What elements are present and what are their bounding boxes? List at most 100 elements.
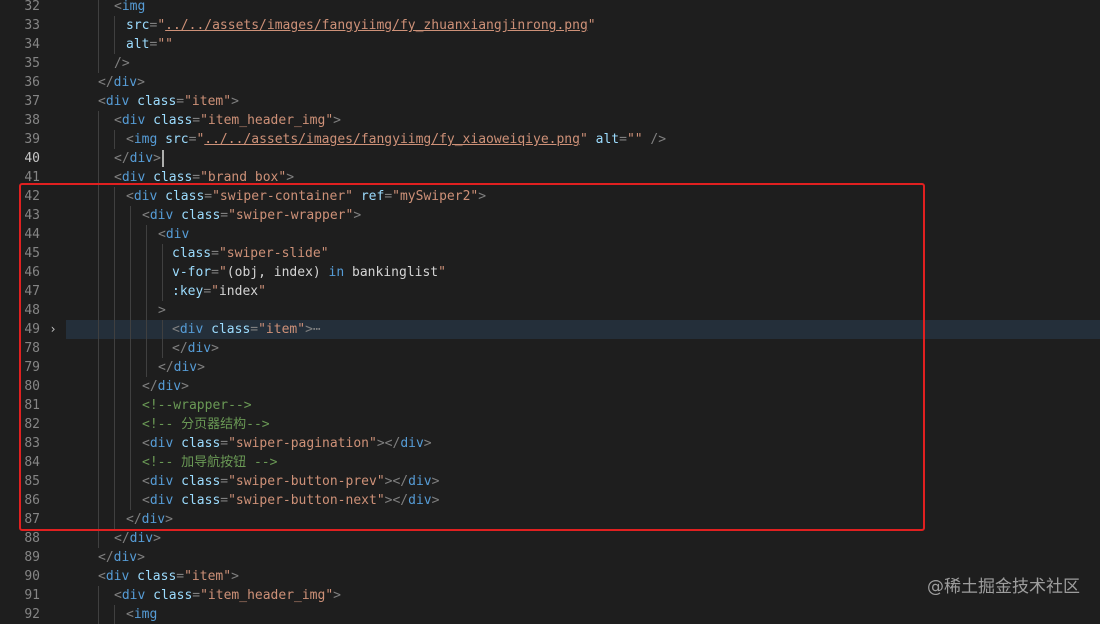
line-number: 40 [24,151,40,166]
code-token: < [98,569,106,584]
code-token: = [619,132,627,147]
code-token: div [129,531,154,546]
code-token: > [231,94,239,109]
code-token: div [121,113,146,128]
code-token: < [98,94,106,109]
indent-guide [98,16,99,35]
code-line[interactable]: <div class="item"> [66,92,1100,111]
indent-guide [98,149,99,168]
code-token: src [126,18,150,33]
code-line[interactable]: <img src = "../../assets/images/fangyiimg/… [66,130,1100,149]
code-token: </ [98,550,114,565]
indent-guide [98,35,99,54]
code-token: " [587,18,596,33]
indent-guide [114,16,115,35]
code-token: /> [650,132,667,147]
code-token: </ [98,75,114,90]
code-token: div [105,569,130,584]
indent-guide [114,35,115,54]
line-number: 91 [24,588,40,603]
code-line[interactable]: </div> [66,73,1100,92]
code-editor[interactable]: 32 33 34 35 36 37 38 39 40 41 42 43 44 45 46 47 48 › 49 78 7… [0,0,1100,624]
code-line[interactable]: /> [66,54,1100,73]
code-token: class [137,94,177,109]
code-token: < [126,132,134,147]
code-token: img [133,607,158,622]
code-token: class [153,113,193,128]
line-number: 38 [24,113,40,128]
indent-guide [98,605,99,624]
code-token: div [105,94,130,109]
indent-guide [98,586,99,605]
code-token: div [113,550,138,565]
line-number: 92 [24,607,40,622]
indent-guide [98,130,99,149]
code-line[interactable]: alt="" [66,35,1100,54]
code-token: </ [114,531,130,546]
code-token: " [157,18,166,33]
code-token: = [192,113,201,128]
text-cursor [162,150,164,167]
indent-guide [114,605,115,624]
code-token: "" [626,132,643,147]
code-token: ../../assets/images/fangyiimg/fy_xiaowei… [204,132,580,147]
code-token: "item_header_img" [200,588,334,603]
code-token: > [153,531,161,546]
code-token: < [114,588,122,603]
line-number: 89 [24,550,40,565]
indent-guide [98,111,99,130]
code-line[interactable]: <div class="item_header_img"> [66,111,1100,130]
code-token: > [231,569,239,584]
line-number: 32 [24,0,40,14]
code-token: = [192,588,201,603]
code-line[interactable]: </div> [66,149,1100,168]
code-token: src [165,132,189,147]
code-token: "item" [184,569,232,584]
code-token: > [333,588,341,603]
watermark: @稀土掘金技术社区 [927,577,1080,597]
indent-guide [98,0,99,16]
line-number: 39 [24,132,40,147]
code-token: alt [126,37,150,52]
code-token: " [579,132,588,147]
code-token: class [137,569,177,584]
code-token: "" [157,37,173,52]
code-token: > [333,113,341,128]
line-number: 36 [24,75,40,90]
code-token: div [129,151,154,166]
indent-guide [114,130,115,149]
code-line[interactable]: <img [66,0,1100,16]
indent-guide [98,54,99,73]
code-line[interactable]: </div> [66,548,1100,567]
code-token: < [126,607,134,622]
code-line[interactable]: </div> [66,529,1100,548]
code-token: "item_header_img" [200,113,334,128]
code-token: div [121,588,146,603]
code-line[interactable]: <img [66,605,1100,624]
code-token: > [137,75,145,90]
code-token: </ [114,151,130,166]
code-token: = [176,569,185,584]
line-number: 88 [24,531,40,546]
line-number: 35 [24,56,40,71]
code-token: /> [114,56,130,71]
code-token: > [137,550,145,565]
line-number: 34 [24,37,40,52]
code-token: alt [595,132,620,147]
code-token: img [121,0,146,14]
indent-guide [98,529,99,548]
code-token: < [114,0,122,14]
code-line[interactable]: src="../../assets/images/fangyiimg/fy_zh… [66,16,1100,35]
code-token: > [153,151,161,166]
code-token: = [176,94,185,109]
code-token: "item" [184,94,232,109]
line-number: 90 [24,569,40,584]
line-number: 37 [24,94,40,109]
annotation-highlight-box [19,183,925,531]
